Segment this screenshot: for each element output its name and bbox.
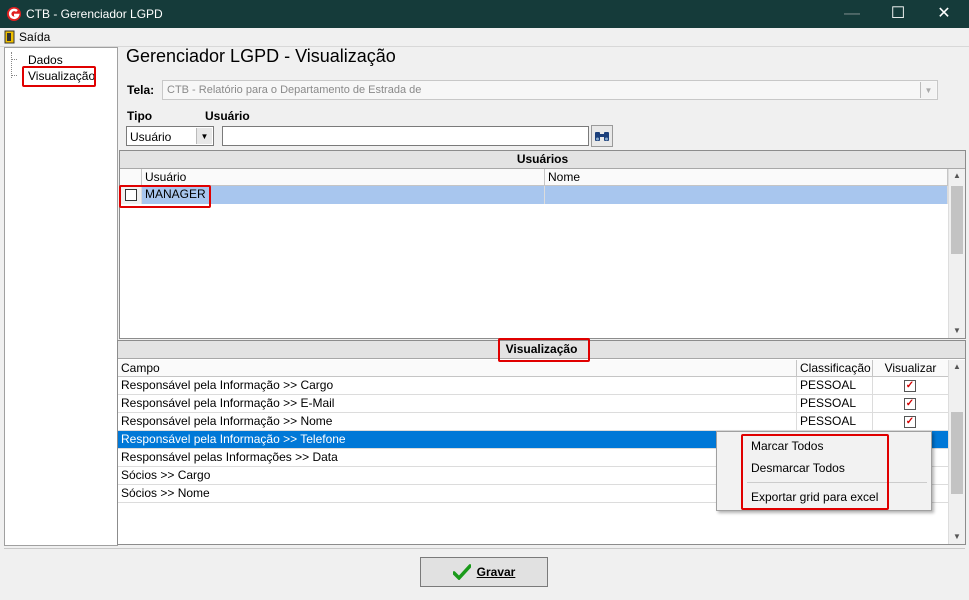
- tela-value: CTB - Relatório para o Departamento de E…: [167, 84, 422, 96]
- cell-campo: Sócios >> Cargo: [118, 467, 797, 485]
- menu-bar: Saída: [0, 28, 969, 47]
- title-bar: CTB - Gerenciador LGPD — ☐ ✕: [0, 0, 969, 28]
- users-grid-title: Usuários: [120, 151, 965, 169]
- tipo-select[interactable]: Usuário ▼: [126, 126, 214, 146]
- scroll-thumb[interactable]: [951, 412, 963, 494]
- cell-nome: [545, 186, 948, 204]
- cell-visualizar: ✓: [873, 413, 949, 431]
- search-button[interactable]: [591, 125, 613, 147]
- table-row[interactable]: MANAGER: [120, 186, 948, 204]
- column-header-campo[interactable]: Campo: [118, 360, 797, 377]
- tela-label: Tela:: [127, 83, 155, 97]
- cell-campo: Responsável pela Informação >> Cargo: [118, 377, 797, 395]
- tipo-value: Usuário: [130, 130, 172, 144]
- cell-campo: Responsável pela Informação >> Nome: [118, 413, 797, 431]
- exit-door-icon: [4, 30, 15, 44]
- column-header-visualizar[interactable]: Visualizar: [873, 360, 949, 377]
- scroll-thumb[interactable]: [951, 186, 963, 254]
- green-check-icon: [452, 564, 471, 580]
- users-grid-indicator-header: [120, 169, 142, 186]
- scroll-up-icon[interactable]: ▲: [949, 169, 965, 183]
- highlight-box: [741, 434, 889, 510]
- scroll-up-icon[interactable]: ▲: [949, 360, 965, 374]
- highlight-box: [498, 338, 590, 362]
- visualizar-checkbox[interactable]: ✓: [904, 416, 916, 428]
- gravar-button[interactable]: Gravar: [420, 557, 548, 587]
- chevron-down-icon[interactable]: ▼: [920, 82, 936, 98]
- table-row[interactable]: Responsável pela Informação >> E-Mail PE…: [118, 395, 949, 413]
- tree-item-dados[interactable]: Dados: [28, 53, 63, 67]
- cell-visualizar: ✓: [873, 395, 949, 413]
- cell-campo: Sócios >> Nome: [118, 485, 797, 503]
- minimize-button[interactable]: —: [829, 0, 875, 28]
- highlight-box: [22, 66, 96, 87]
- window-title: CTB - Gerenciador LGPD: [26, 7, 163, 21]
- close-button[interactable]: ✕: [921, 0, 967, 28]
- cell-campo: Responsável pela Informação >> E-Mail: [118, 395, 797, 413]
- page-title: Gerenciador LGPD - Visualização: [126, 46, 396, 66]
- navigation-tree: Dados Visualização: [4, 47, 118, 546]
- highlight-box: [119, 185, 211, 208]
- users-scrollbar[interactable]: ▲ ▼: [948, 169, 965, 338]
- tree-connector: [11, 59, 17, 60]
- gravar-label: Gravar: [476, 565, 516, 579]
- cell-classificacao: PESSOAL: [797, 377, 873, 395]
- visualizar-checkbox[interactable]: ✓: [904, 380, 916, 392]
- cell-campo: Responsável pela Informação >> Telefone: [118, 431, 797, 449]
- visualizacao-scrollbar[interactable]: ▲ ▼: [948, 360, 965, 544]
- scroll-down-icon[interactable]: ▼: [949, 324, 965, 338]
- cell-campo: Responsável pelas Informações >> Data: [118, 449, 797, 467]
- cell-classificacao: PESSOAL: [797, 413, 873, 431]
- users-grid: Usuários Usuário Nome MANAGER ▲ ▼: [119, 150, 966, 339]
- menu-saida[interactable]: Saída: [4, 29, 50, 45]
- scroll-down-icon[interactable]: ▼: [949, 530, 965, 544]
- tree-connector: [11, 75, 17, 76]
- column-header-nome[interactable]: Nome: [545, 169, 948, 186]
- menu-saida-label: Saída: [19, 30, 51, 44]
- table-row[interactable]: Responsável pela Informação >> Cargo PES…: [118, 377, 949, 395]
- visualizar-checkbox[interactable]: ✓: [904, 398, 916, 410]
- column-header-classificacao[interactable]: Classificação: [797, 360, 873, 377]
- usuario-label: Usuário: [205, 109, 250, 123]
- column-header-usuario[interactable]: Usuário: [142, 169, 545, 186]
- usuario-input[interactable]: [222, 126, 589, 146]
- table-row[interactable]: Responsável pela Informação >> Nome PESS…: [118, 413, 949, 431]
- binoculars-icon: [595, 132, 609, 141]
- g-logo-icon: [7, 7, 21, 21]
- cell-classificacao: PESSOAL: [797, 395, 873, 413]
- maximize-button[interactable]: ☐: [875, 0, 921, 28]
- chevron-down-icon[interactable]: ▼: [196, 128, 212, 144]
- cell-visualizar: ✓: [873, 377, 949, 395]
- tipo-label: Tipo: [127, 109, 153, 123]
- tela-select[interactable]: CTB - Relatório para o Departamento de E…: [162, 80, 938, 100]
